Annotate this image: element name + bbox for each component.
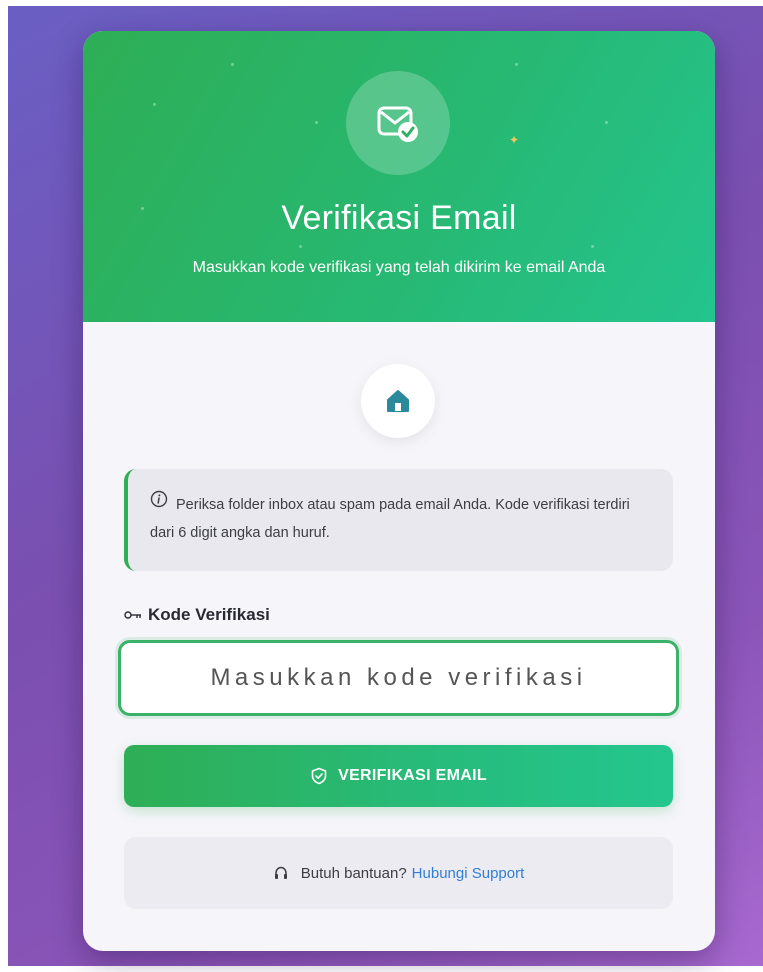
code-field-label-text: Kode Verifikasi xyxy=(148,605,270,624)
frame-edge-top xyxy=(0,0,763,6)
info-icon xyxy=(150,490,168,518)
frame-edge-bottom xyxy=(0,966,763,972)
shield-check-icon xyxy=(310,767,328,785)
contact-support-link[interactable]: Hubungi Support xyxy=(412,865,525,882)
verification-card: ✦ Verifikasi Email Masukkan kode verifik… xyxy=(83,31,715,951)
home-icon[interactable] xyxy=(361,364,435,438)
frame-edge-left xyxy=(0,0,8,972)
info-notice: Periksa folder inbox atau spam pada emai… xyxy=(124,469,673,571)
card-header: ✦ Verifikasi Email Masukkan kode verifik… xyxy=(83,31,715,322)
sparkle-decoration xyxy=(299,245,302,248)
key-icon xyxy=(124,609,142,621)
page-subtitle: Masukkan kode verifikasi yang telah diki… xyxy=(192,259,606,276)
help-box: Butuh bantuan? Hubungi Support xyxy=(124,837,673,909)
sparkle-decoration xyxy=(591,245,594,248)
verify-email-button-label: VERIFIKASI EMAIL xyxy=(338,767,487,784)
verification-code-input[interactable] xyxy=(118,640,679,716)
sparkle-star-icon: ✦ xyxy=(509,133,520,147)
info-text: Periksa folder inbox atau spam pada emai… xyxy=(150,497,630,541)
help-text: Butuh bantuan? xyxy=(300,864,407,882)
headset-icon xyxy=(273,865,289,881)
page-title: Verifikasi Email xyxy=(281,199,517,237)
sparkle-decoration xyxy=(315,121,318,124)
sparkle-decoration xyxy=(605,121,608,124)
code-field-label: Kode Verifikasi xyxy=(124,605,270,625)
email-verified-icon xyxy=(346,71,450,175)
sparkle-decoration xyxy=(231,63,234,66)
verify-email-button[interactable]: VERIFIKASI EMAIL xyxy=(124,745,673,807)
sparkle-decoration xyxy=(515,63,518,66)
sparkle-decoration xyxy=(153,103,156,106)
